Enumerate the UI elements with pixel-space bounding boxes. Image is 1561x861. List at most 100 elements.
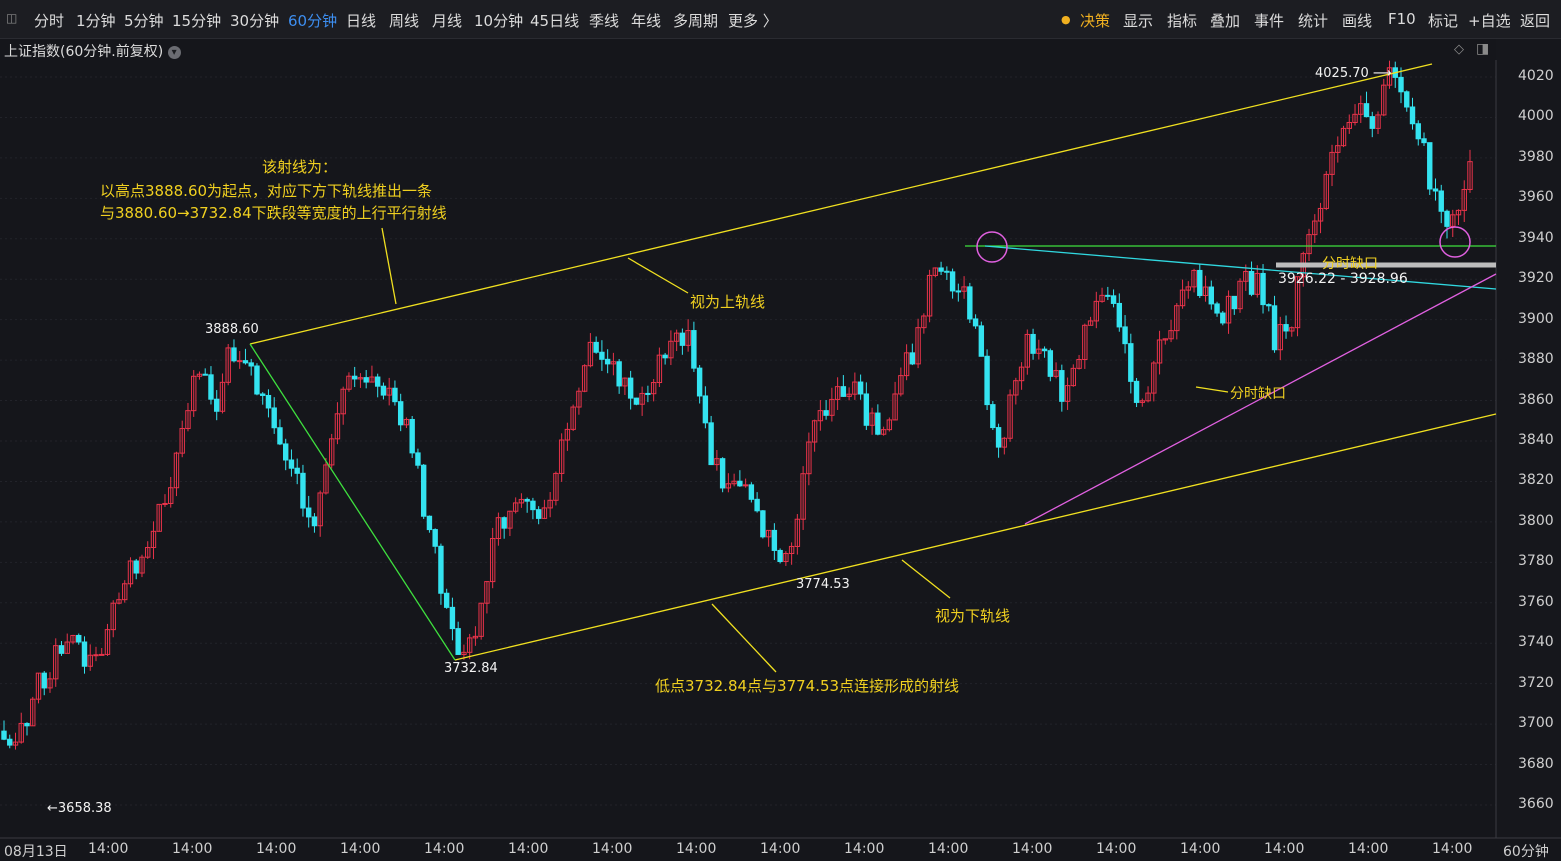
candle-body	[420, 464, 427, 517]
candle-body	[1409, 106, 1416, 125]
arrow-gap-mid	[1195, 386, 1229, 393]
tab-period-12[interactable]: 年线	[631, 10, 661, 31]
tool-item-10[interactable]: 返回	[1520, 10, 1550, 31]
candle-body	[24, 722, 30, 727]
y-tick-label: 3860	[1518, 391, 1554, 408]
tool-item-5[interactable]: 统计	[1298, 10, 1328, 31]
candle-body	[202, 373, 208, 376]
tab-period-14[interactable]: 更多 〉	[728, 10, 778, 31]
candle-body	[99, 653, 105, 656]
tool-item-9[interactable]: +自选	[1468, 10, 1511, 31]
tab-period-6[interactable]: 日线	[346, 10, 376, 31]
candle-body	[271, 407, 277, 429]
x-tick-label: 14:00	[928, 841, 969, 857]
candle-body	[1231, 295, 1237, 310]
candle-body	[604, 358, 611, 365]
candle-body	[949, 271, 956, 292]
candle-body	[754, 498, 760, 512]
tool-item-3[interactable]: 叠加	[1210, 10, 1240, 31]
candle-body	[133, 560, 139, 574]
tab-period-11[interactable]: 季线	[589, 10, 619, 31]
tab-period-8[interactable]: 月线	[432, 10, 462, 31]
candle-body	[857, 381, 864, 395]
chevron-down-icon[interactable]: ▾	[167, 45, 181, 59]
window-icon[interactable]: ◨	[1476, 41, 1489, 57]
tab-period-2[interactable]: 5分钟	[124, 10, 164, 31]
candle-body	[771, 529, 778, 551]
candle-body	[719, 458, 726, 489]
tab-period-0[interactable]: 分时	[34, 10, 64, 31]
gap-label-mid: 分时缺口	[1230, 386, 1286, 402]
candle-body	[823, 410, 829, 416]
x-tick-label: 14:00	[1432, 841, 1473, 857]
candle-body	[254, 365, 260, 395]
candle-body	[1122, 326, 1128, 345]
candle-body	[737, 480, 743, 487]
tab-period-4[interactable]: 30分钟	[230, 10, 279, 31]
candle-body	[208, 374, 214, 400]
tool-item-0[interactable]: 决策	[1080, 10, 1110, 31]
x-tick-label: 14:00	[844, 841, 885, 857]
tab-period-5[interactable]: 60分钟	[288, 10, 337, 31]
candle-body	[41, 672, 47, 689]
tab-period-1[interactable]: 1分钟	[76, 10, 116, 31]
candle-body	[288, 459, 295, 469]
low-ray-label: 低点3732.84点与3774.53点连接形成的射线	[655, 677, 960, 695]
candle-body	[1404, 91, 1410, 108]
chart-title: 上证指数(60分钟.前复权) ▾	[4, 41, 181, 61]
upper-rail-label: 视为上轨线	[690, 293, 766, 311]
tool-item-1[interactable]: 显示	[1123, 10, 1153, 31]
panel-toggle-icon[interactable]: ◫	[6, 11, 17, 25]
tab-period-9[interactable]: 10分钟	[474, 10, 523, 31]
tab-period-7[interactable]: 周线	[389, 10, 419, 31]
candle-body	[397, 401, 404, 426]
candle-body	[696, 367, 703, 397]
candle-body	[955, 290, 962, 293]
x-tick-label: 14:00	[508, 841, 549, 857]
price-chart[interactable]	[0, 0, 1561, 860]
x-tick-label: 14:00	[1264, 841, 1305, 857]
tab-period-3[interactable]: 15分钟	[172, 10, 221, 31]
x-tick-label: 14:00	[1012, 841, 1053, 857]
candle-body	[1116, 302, 1123, 328]
tool-item-8[interactable]: 标记	[1428, 10, 1458, 31]
candle-body	[242, 360, 249, 364]
ray-description-line2: 以高点3888.60为起点，对应下方下轨线推出一条	[100, 182, 433, 200]
tab-period-10[interactable]: 45日线	[530, 10, 579, 31]
candle-body	[409, 418, 415, 454]
candle-body	[840, 386, 847, 397]
y-tick-label: 3940	[1518, 229, 1554, 246]
candle-body	[305, 507, 312, 518]
candle-body	[248, 362, 254, 367]
arrow-upper-rail	[627, 257, 689, 294]
low-point-value: 3658.38	[57, 801, 112, 816]
candle-body	[708, 422, 714, 466]
candle-body	[231, 347, 237, 362]
candle-body	[748, 484, 755, 500]
candle-body	[599, 351, 605, 360]
diamond-icon[interactable]: ◇	[1454, 42, 1464, 57]
candle-body	[415, 452, 421, 466]
x-tick-label: 14:00	[172, 841, 213, 857]
tool-item-4[interactable]: 事件	[1254, 10, 1284, 31]
candle-body	[530, 500, 536, 511]
tool-item-7[interactable]: F10	[1388, 10, 1416, 28]
x-tick-label: 14:00	[676, 841, 717, 857]
candle-body	[1248, 270, 1255, 295]
candle-body	[1208, 286, 1214, 305]
tool-item-6[interactable]: 画线	[1342, 10, 1372, 31]
tool-item-2[interactable]: 指标	[1167, 10, 1197, 31]
candle-body	[1041, 348, 1048, 352]
candle-body	[93, 654, 99, 657]
highlight-circle-right	[1439, 226, 1471, 258]
tab-period-13[interactable]: 多周期	[673, 10, 718, 31]
candle-body	[777, 549, 783, 563]
candle-body	[702, 395, 709, 424]
y-tick-label: 3980	[1518, 148, 1554, 165]
x-tick-label: 08月13日	[4, 844, 68, 860]
candle-body	[237, 360, 243, 363]
x-tick-label: 14:00	[1348, 841, 1389, 857]
candle-body	[938, 267, 944, 272]
candle-body	[967, 286, 973, 320]
candle-body	[311, 516, 318, 527]
